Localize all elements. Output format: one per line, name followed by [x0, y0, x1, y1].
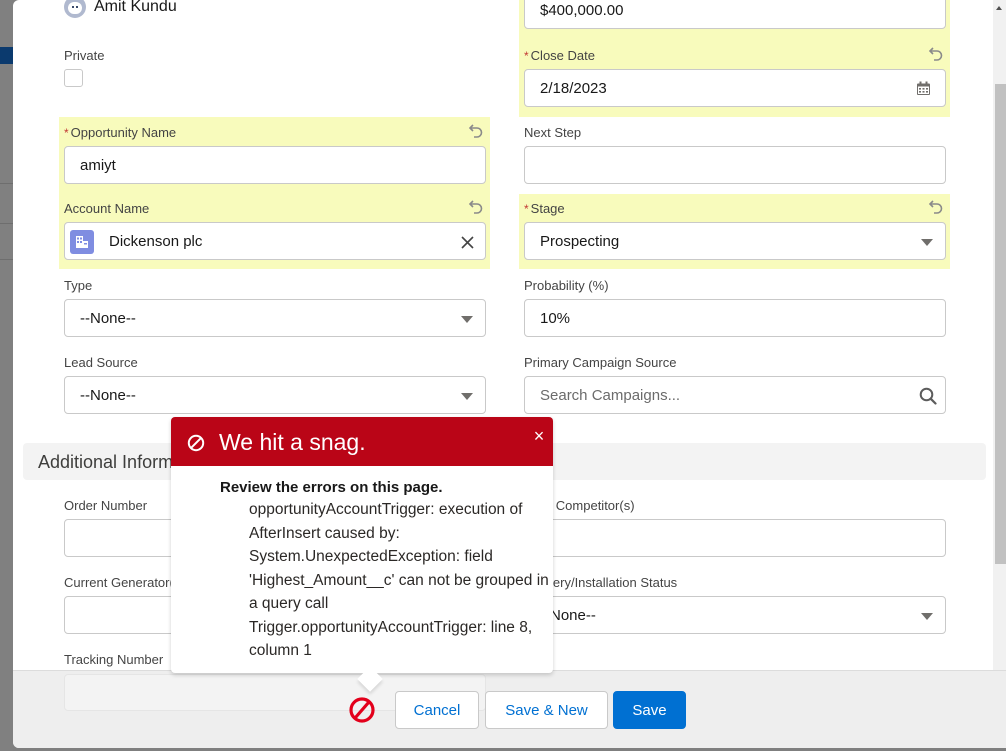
- lead-source-select[interactable]: --None--: [64, 376, 486, 414]
- background-divider: [0, 183, 13, 184]
- opportunity-name-input[interactable]: amiyt: [64, 146, 486, 184]
- user-avatar-icon: [64, 0, 86, 18]
- save-and-new-button[interactable]: Save & New: [485, 691, 608, 729]
- probability-label: Probability (%): [524, 278, 609, 293]
- error-icon: [187, 434, 205, 452]
- label-text: Opportunity Name: [70, 125, 177, 140]
- stage-label: * Stage: [524, 201, 565, 216]
- order-number-label: Order Number: [64, 498, 148, 513]
- account-name-label: Account Name: [64, 201, 150, 216]
- next-step-label: Next Step: [524, 125, 582, 140]
- primary-campaign-search[interactable]: Search Campaigns...: [524, 376, 946, 414]
- primary-campaign-source-label: Primary Campaign Source: [524, 355, 677, 370]
- account-name-value: Dickenson plc: [109, 232, 203, 250]
- private-label: Private: [64, 48, 105, 63]
- scrollbar-thumb[interactable]: [995, 84, 1006, 564]
- stage-select[interactable]: Prospecting: [524, 222, 946, 260]
- delivery-status-select[interactable]: --None--: [524, 596, 946, 634]
- undo-icon[interactable]: [928, 46, 944, 62]
- current-generators-label: Current Generator(s): [64, 575, 185, 590]
- lead-source-label: Lead Source: [64, 355, 138, 370]
- popover-pointer-mask: [354, 661, 388, 673]
- chevron-down-icon: [921, 613, 933, 620]
- clear-icon[interactable]: [461, 236, 474, 249]
- required-marker: *: [64, 126, 69, 140]
- modal-scrollbar[interactable]: [993, 0, 1006, 670]
- close-icon[interactable]: ×: [532, 426, 546, 446]
- opportunity-name-value: amiyt: [80, 156, 116, 174]
- next-step-input[interactable]: [524, 146, 946, 184]
- probability-value: 10%: [540, 309, 571, 327]
- search-icon[interactable]: [919, 387, 937, 405]
- background-nav-tab: [0, 47, 13, 64]
- type-label: Type: [64, 278, 93, 293]
- amount-input[interactable]: $400,000.00: [524, 0, 946, 29]
- modal-footer: Cancel Save & New Save: [13, 670, 1006, 748]
- account-name-lookup[interactable]: Dickenson plc: [64, 222, 486, 260]
- label-text: Stage: [530, 201, 565, 216]
- type-value: --None--: [80, 309, 136, 327]
- error-heading: Review the errors on this page.: [220, 479, 443, 496]
- undo-icon[interactable]: [468, 123, 484, 139]
- account-icon: [70, 230, 94, 254]
- undo-icon[interactable]: [928, 199, 944, 215]
- required-marker: *: [524, 49, 529, 63]
- tracking-number-label: Tracking Number: [64, 652, 164, 667]
- chevron-down-icon: [461, 316, 473, 323]
- lead-source-value: --None--: [80, 386, 136, 404]
- chevron-down-icon: [461, 393, 473, 400]
- amount-value: $400,000.00: [540, 2, 624, 19]
- calendar-icon[interactable]: [916, 81, 931, 96]
- close-date-value: 2/18/2023: [540, 79, 607, 97]
- cancel-button[interactable]: Cancel: [395, 691, 479, 729]
- undo-icon[interactable]: [468, 199, 484, 215]
- search-placeholder: Search Campaigns...: [540, 386, 681, 404]
- opportunity-name-label: * Opportunity Name: [64, 125, 176, 140]
- owner-name: Amit Kundu: [94, 0, 177, 15]
- background-divider: [0, 223, 13, 224]
- error-popover: We hit a snag. × Review the errors on th…: [171, 417, 553, 692]
- stage-value: Prospecting: [540, 232, 620, 250]
- required-marker: *: [524, 202, 529, 216]
- scroll-up-icon[interactable]: [996, 6, 1002, 10]
- opportunity-owner: Amit Kundu: [64, 0, 177, 18]
- error-popover-body: Review the errors on this page. opportun…: [171, 466, 553, 663]
- close-date-input[interactable]: 2/18/2023: [524, 69, 946, 107]
- error-indicator-icon[interactable]: [348, 696, 376, 724]
- type-select[interactable]: --None--: [64, 299, 486, 337]
- main-competitors-input[interactable]: [524, 519, 946, 557]
- probability-input[interactable]: 10%: [524, 299, 946, 337]
- label-text: Close Date: [530, 48, 595, 63]
- error-message: opportunityAccountTrigger: execution of …: [249, 501, 549, 659]
- close-date-label: * Close Date: [524, 48, 595, 63]
- private-checkbox[interactable]: [64, 69, 83, 87]
- chevron-down-icon: [921, 239, 933, 246]
- error-popover-header: We hit a snag. ×: [171, 417, 553, 466]
- error-popover-title: We hit a snag.: [219, 429, 366, 455]
- background-page: [0, 0, 13, 751]
- background-divider: [0, 259, 13, 260]
- save-button[interactable]: Save: [613, 691, 686, 729]
